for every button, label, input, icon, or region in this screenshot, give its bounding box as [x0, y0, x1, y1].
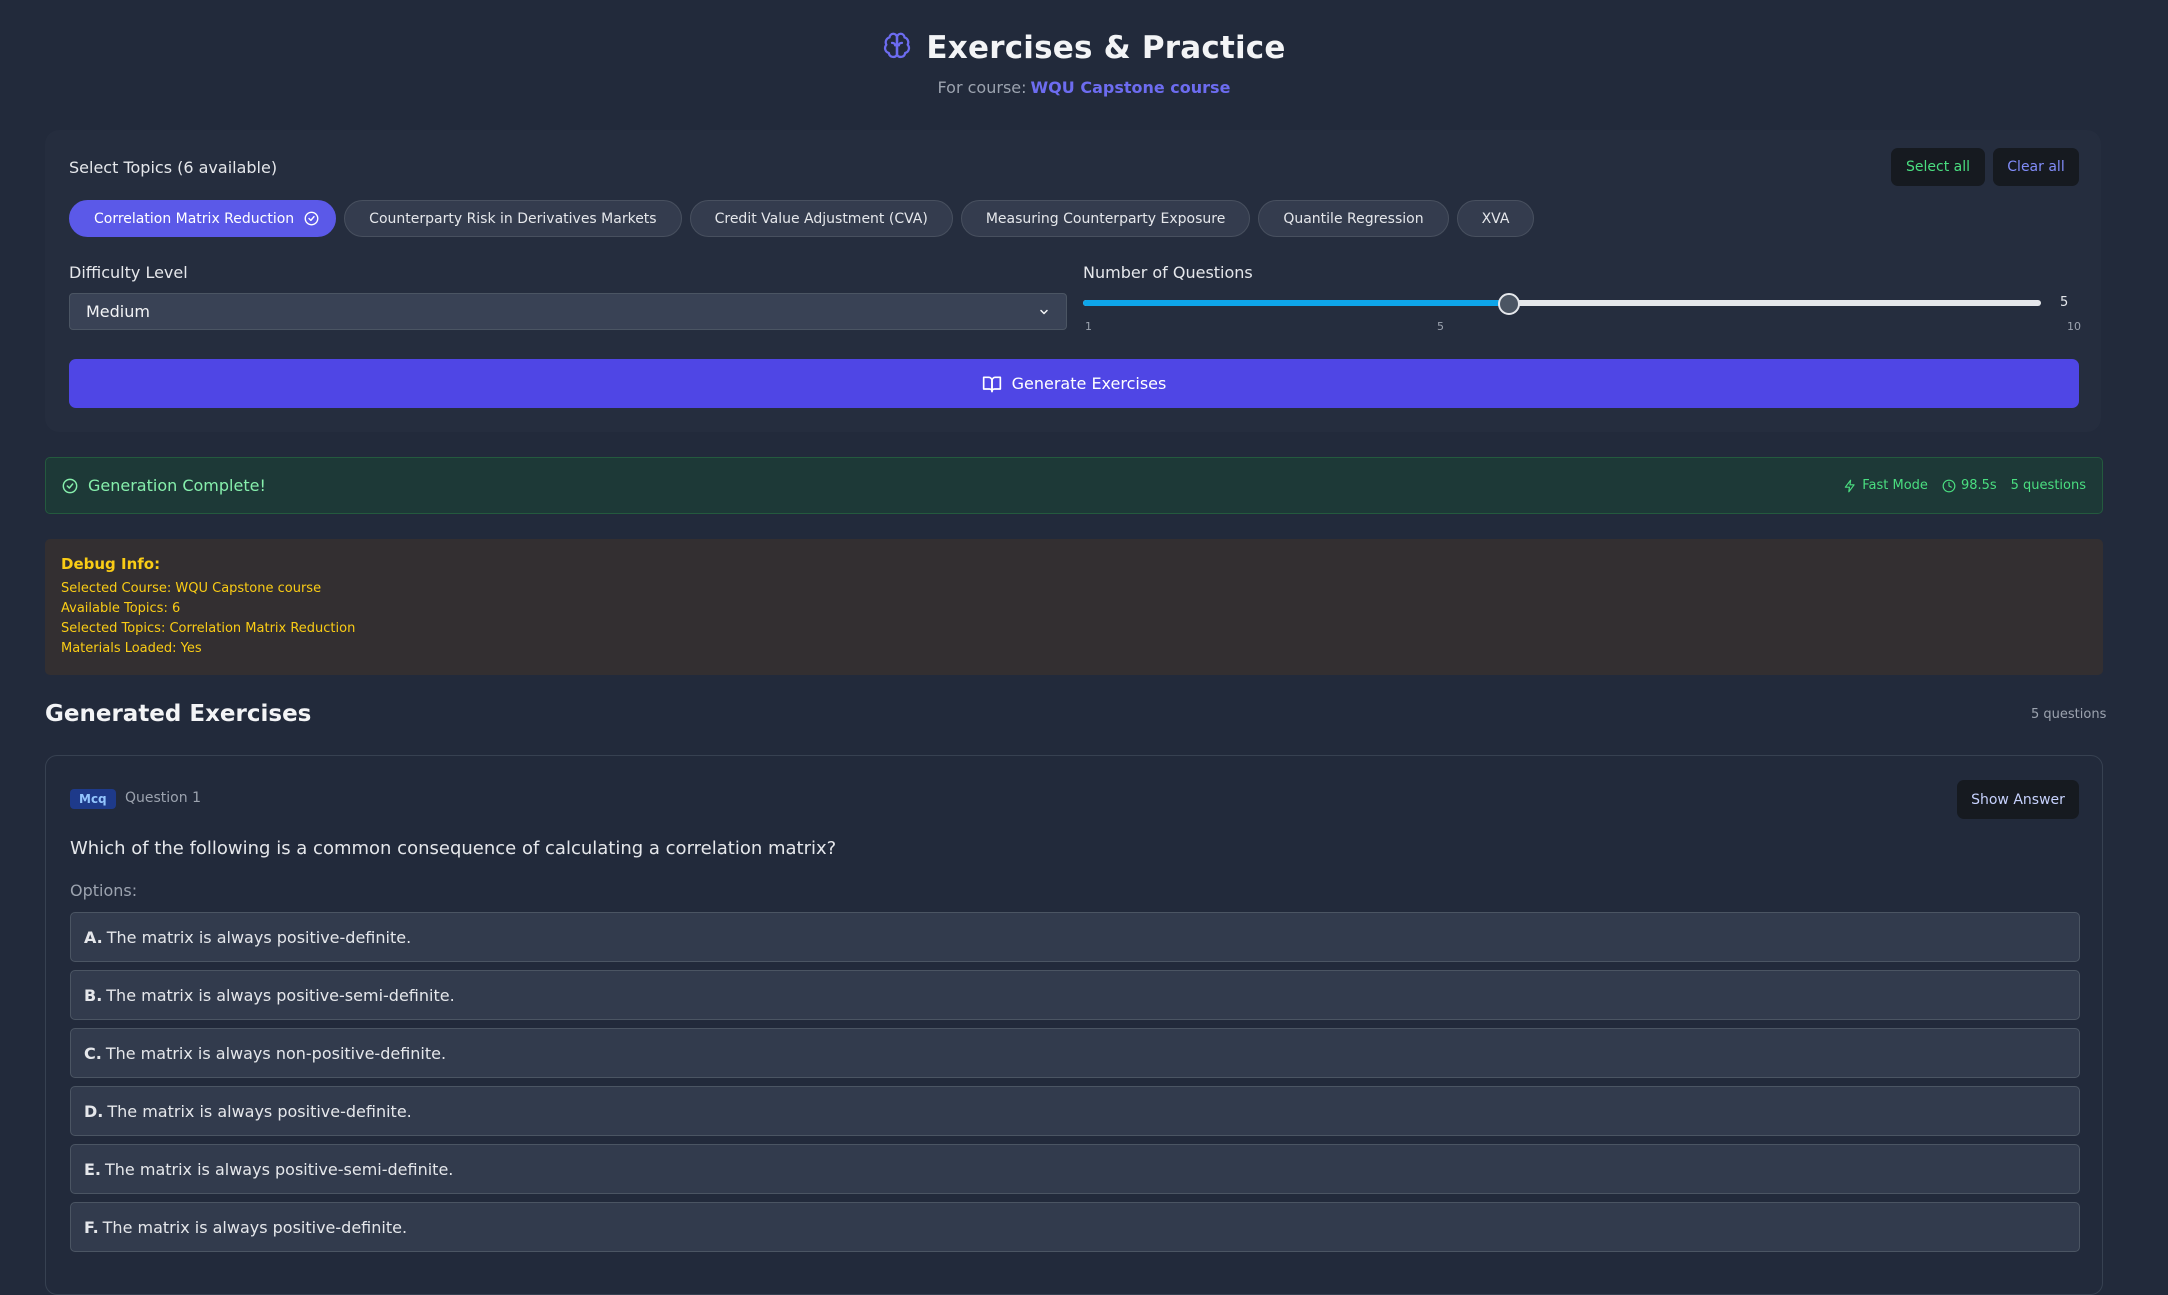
difficulty-select[interactable]: Medium	[69, 293, 1067, 330]
questions-slider[interactable]	[1083, 293, 2041, 315]
option-c[interactable]: C. The matrix is always non-positive-defi…	[70, 1028, 2080, 1078]
debug-title: Debug Info:	[61, 555, 161, 573]
topic-chip-counterparty-risk[interactable]: Counterparty Risk in Derivatives Markets	[344, 200, 682, 237]
question-card: Mcq Question 1 Show Answer Which of the …	[45, 755, 2103, 1295]
topic-chip-xva[interactable]: XVA	[1456, 200, 1535, 237]
brain-icon	[882, 31, 912, 65]
option-d[interactable]: D. The matrix is always positive-definite…	[70, 1086, 2080, 1136]
course-subtitle: For course: WQU Capstone course	[937, 78, 1231, 97]
exercises-count: 5 questions	[2031, 707, 2107, 722]
options-label: Options:	[70, 881, 138, 900]
topic-chip-correlation-matrix-reduction[interactable]: Correlation Matrix Reduction	[69, 200, 337, 237]
book-open-icon	[982, 376, 1001, 392]
topics-label: Select Topics (6 available)	[69, 158, 278, 177]
elapsed-time: 98.5s	[1942, 478, 1997, 493]
question-count: 5 questions	[2010, 478, 2086, 493]
lightning-icon	[1845, 479, 1855, 492]
show-answer-button[interactable]: Show Answer	[1957, 780, 2079, 819]
question-number: Question 1	[125, 790, 201, 806]
fast-mode-indicator: Fast Mode	[1843, 478, 1928, 493]
course-name: WQU Capstone course	[1030, 78, 1231, 97]
difficulty-value: Medium	[86, 302, 150, 321]
topic-chips: Correlation Matrix Reduction Counterpart…	[69, 200, 1535, 237]
option-e[interactable]: E. The matrix is always positive-semi-def…	[70, 1144, 2080, 1194]
slider-value: 5	[2060, 295, 2069, 310]
page-title: Exercises & Practice	[926, 30, 1286, 66]
clear-all-button[interactable]: Clear all	[1993, 148, 2079, 186]
slider-fill	[1083, 300, 1509, 306]
debug-line: Selected Topics: Correlation Matrix Redu…	[61, 621, 356, 636]
questions-count-label: Number of Questions	[1083, 263, 1253, 282]
option-f[interactable]: F. The matrix is always positive-definite…	[70, 1202, 2080, 1252]
topic-chip-quantile-regression[interactable]: Quantile Regression	[1258, 200, 1449, 237]
chevron-down-icon	[1040, 309, 1048, 314]
debug-info-panel: Debug Info: Selected Course: WQU Capston…	[45, 539, 2103, 675]
clock-icon	[1942, 479, 1956, 492]
select-all-button[interactable]: Select all	[1891, 148, 1985, 186]
difficulty-label: Difficulty Level	[69, 263, 188, 282]
exercises-heading: Generated Exercises	[45, 701, 312, 727]
option-b[interactable]: B. The matrix is always positive-semi-def…	[70, 970, 2080, 1020]
question-text: Which of the following is a common conse…	[70, 838, 837, 859]
generate-exercises-button[interactable]: Generate Exercises	[69, 359, 2079, 408]
question-type-badge: Mcq	[70, 789, 116, 809]
settings-panel: Select Topics (6 available) Select all C…	[45, 130, 2101, 432]
slider-tick-max: 10	[2067, 320, 2081, 333]
options-list: A. The matrix is always positive-definite…	[70, 912, 2080, 1260]
debug-line: Available Topics: 6	[61, 601, 181, 616]
topic-chip-cva[interactable]: Credit Value Adjustment (CVA)	[689, 200, 953, 237]
option-a[interactable]: A. The matrix is always positive-definite…	[70, 912, 2080, 962]
debug-line: Selected Course: WQU Capstone course	[61, 581, 322, 596]
generation-status-banner: Generation Complete! Fast Mode 98.5s 5 q…	[45, 457, 2103, 514]
check-circle-icon	[62, 478, 78, 493]
slider-tick-mid: 5	[1437, 320, 1444, 333]
slider-thumb[interactable]	[1497, 293, 1520, 315]
status-title: Generation Complete!	[88, 476, 266, 495]
check-circle-icon	[304, 211, 319, 226]
page-header: Exercises & Practice For course: WQU Caps…	[0, 30, 2168, 97]
topic-chip-counterparty-exposure[interactable]: Measuring Counterparty Exposure	[960, 200, 1251, 237]
debug-line: Materials Loaded: Yes	[61, 641, 202, 656]
slider-tick-min: 1	[1085, 320, 1092, 333]
